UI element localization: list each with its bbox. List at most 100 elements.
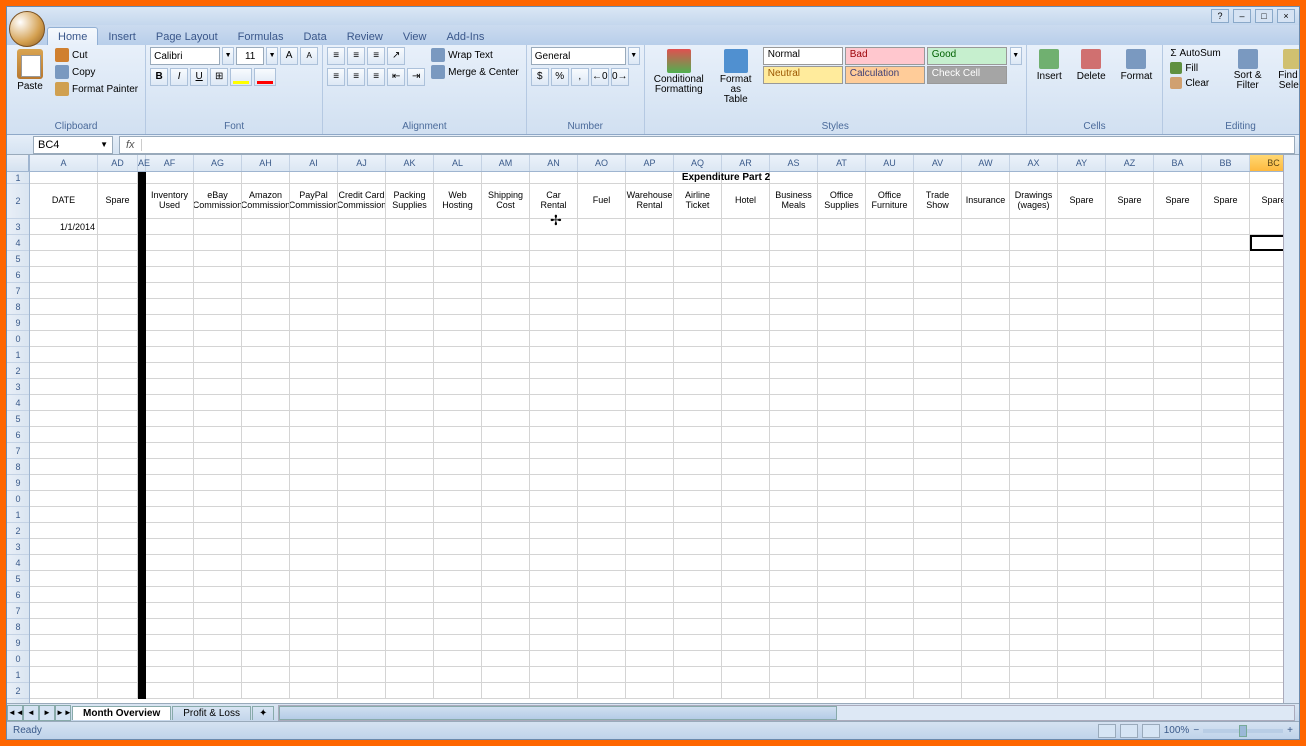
cell[interactable] (866, 283, 914, 299)
cell[interactable] (138, 172, 146, 184)
cell[interactable] (1202, 587, 1250, 603)
cell[interactable] (530, 283, 578, 299)
cell[interactable] (1154, 555, 1202, 571)
cell[interactable] (1202, 411, 1250, 427)
align-middle-button[interactable]: ≡ (347, 47, 365, 65)
cell[interactable] (338, 667, 386, 683)
cell[interactable] (626, 363, 674, 379)
cell[interactable] (962, 235, 1010, 251)
cell[interactable] (962, 603, 1010, 619)
cell[interactable] (530, 555, 578, 571)
conditional-formatting-button[interactable]: Conditional Formatting (649, 47, 709, 97)
column-header-A[interactable]: A (30, 155, 98, 171)
cell[interactable] (962, 667, 1010, 683)
cell[interactable] (866, 363, 914, 379)
align-top-button[interactable]: ≡ (327, 47, 345, 65)
cell[interactable] (962, 587, 1010, 603)
cell[interactable] (30, 475, 98, 491)
cell[interactable] (818, 475, 866, 491)
cell[interactable]: Trade Show (914, 184, 962, 219)
cell[interactable] (290, 507, 338, 523)
cell[interactable] (1106, 251, 1154, 267)
cell[interactable] (98, 363, 138, 379)
cell[interactable] (626, 219, 674, 235)
cell[interactable] (626, 267, 674, 283)
cell[interactable] (578, 411, 626, 427)
cell[interactable] (770, 587, 818, 603)
cell[interactable] (338, 363, 386, 379)
cell[interactable] (578, 587, 626, 603)
cell[interactable]: Business Meals (770, 184, 818, 219)
cell[interactable] (626, 651, 674, 667)
cell[interactable] (1058, 299, 1106, 315)
cell[interactable] (1010, 283, 1058, 299)
cell[interactable] (818, 459, 866, 475)
cell[interactable] (146, 683, 194, 699)
cell[interactable] (1106, 315, 1154, 331)
cell[interactable] (98, 315, 138, 331)
column-header-BB[interactable]: BB (1202, 155, 1250, 171)
cell[interactable] (770, 555, 818, 571)
cell[interactable] (482, 347, 530, 363)
cell[interactable] (674, 427, 722, 443)
cell[interactable] (962, 331, 1010, 347)
cell[interactable] (146, 283, 194, 299)
cell[interactable] (1154, 379, 1202, 395)
cell[interactable] (674, 459, 722, 475)
cell[interactable] (290, 491, 338, 507)
style-neutral[interactable]: Neutral (763, 66, 843, 84)
cell[interactable] (146, 235, 194, 251)
cell[interactable] (1202, 683, 1250, 699)
cell[interactable] (578, 331, 626, 347)
cell[interactable] (1106, 635, 1154, 651)
cell[interactable] (1058, 539, 1106, 555)
cell[interactable] (138, 235, 146, 251)
cell[interactable] (386, 555, 434, 571)
cell[interactable]: Office Supplies (818, 184, 866, 219)
cell[interactable] (770, 299, 818, 315)
cell[interactable] (1202, 235, 1250, 251)
cell[interactable] (138, 635, 146, 651)
cell[interactable] (1202, 427, 1250, 443)
cell[interactable] (914, 475, 962, 491)
percent-button[interactable]: % (551, 68, 569, 86)
cell[interactable] (1154, 363, 1202, 379)
cell[interactable] (242, 347, 290, 363)
cell[interactable] (1010, 235, 1058, 251)
cell[interactable] (242, 219, 290, 235)
row-header[interactable]: 7 (7, 443, 29, 459)
cell[interactable] (674, 571, 722, 587)
cell[interactable] (674, 555, 722, 571)
cell[interactable] (434, 299, 482, 315)
cell[interactable] (290, 315, 338, 331)
cell[interactable] (290, 395, 338, 411)
cell[interactable] (1202, 379, 1250, 395)
cell[interactable] (146, 251, 194, 267)
cell[interactable] (1058, 635, 1106, 651)
cell[interactable] (434, 459, 482, 475)
cell[interactable] (386, 379, 434, 395)
cell[interactable] (434, 331, 482, 347)
cell[interactable] (434, 395, 482, 411)
cell[interactable] (1010, 491, 1058, 507)
cell[interactable] (194, 219, 242, 235)
cell[interactable] (530, 507, 578, 523)
cell[interactable] (482, 219, 530, 235)
cell[interactable] (1154, 172, 1202, 184)
cell[interactable] (866, 347, 914, 363)
format-cells-button[interactable]: Format (1115, 47, 1159, 84)
cell[interactable] (530, 539, 578, 555)
row-header[interactable]: 7 (7, 603, 29, 619)
column-header-AT[interactable]: AT (818, 155, 866, 171)
cell[interactable] (242, 379, 290, 395)
cell[interactable] (722, 283, 770, 299)
cell[interactable] (866, 267, 914, 283)
cell[interactable] (386, 603, 434, 619)
cell[interactable] (290, 251, 338, 267)
cell[interactable] (962, 651, 1010, 667)
cell[interactable] (1058, 507, 1106, 523)
cell[interactable] (146, 443, 194, 459)
cell[interactable] (626, 251, 674, 267)
cell[interactable] (98, 395, 138, 411)
font-dropdown-icon[interactable]: ▼ (222, 47, 234, 65)
